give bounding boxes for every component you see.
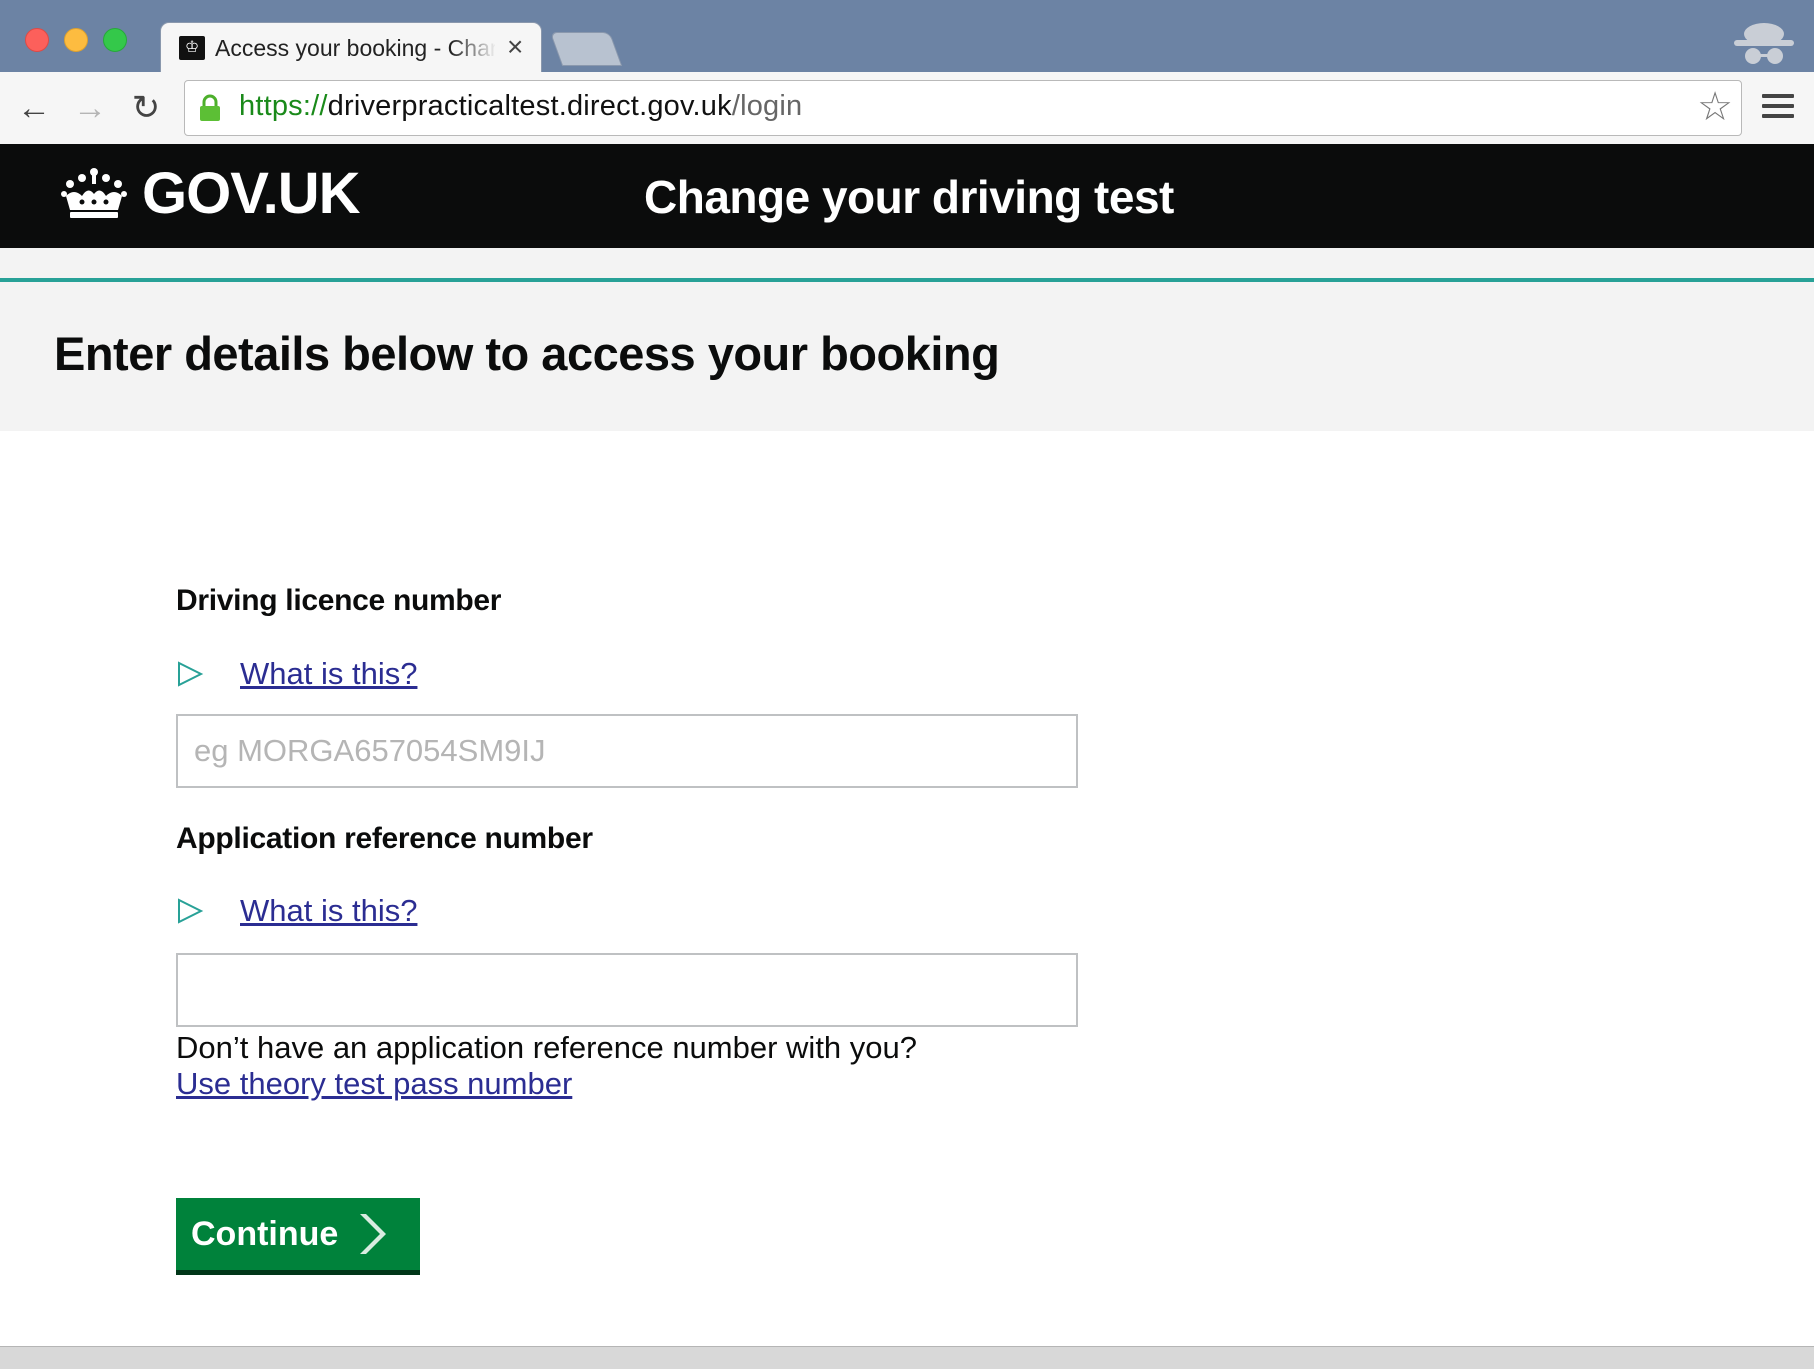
disclosure-triangle-icon[interactable] xyxy=(176,660,204,688)
window-bottom-edge xyxy=(0,1346,1814,1369)
govuk-favicon-icon: ♔ xyxy=(179,36,205,60)
service-name[interactable]: Change your driving test xyxy=(644,170,1174,224)
url-host: driverpracticaltest.direct.gov.uk xyxy=(327,90,732,122)
new-tab-button[interactable] xyxy=(549,32,623,66)
reference-number-label: Application reference number xyxy=(176,822,593,855)
incognito-icon xyxy=(1734,23,1794,64)
header-spacer xyxy=(0,248,1814,279)
chevron-right-icon xyxy=(360,1214,386,1254)
browser-menu-icon[interactable] xyxy=(1762,94,1794,124)
address-bar[interactable]: https://driverpracticaltest.direct.gov.u… xyxy=(184,80,1742,136)
close-window-button[interactable] xyxy=(25,28,49,52)
bookmark-star-icon[interactable]: ☆ xyxy=(1697,87,1733,127)
crown-icon xyxy=(61,168,127,218)
zoom-window-button[interactable] xyxy=(103,28,127,52)
reload-icon[interactable]: ↻ xyxy=(126,89,166,127)
use-theory-test-pass-link[interactable]: Use theory test pass number xyxy=(176,1066,572,1102)
reference-what-is-this-link[interactable]: What is this? xyxy=(240,893,417,929)
minimize-window-button[interactable] xyxy=(64,28,88,52)
no-reference-hint: Don’t have an application reference numb… xyxy=(176,1030,918,1065)
continue-label: Continue xyxy=(191,1214,339,1253)
browser-tab-active[interactable]: ♔ Access your booking - Change your driv… xyxy=(160,22,542,73)
licence-number-label: Driving licence number xyxy=(176,584,502,617)
back-arrow-icon[interactable]: ← xyxy=(14,89,54,127)
reference-number-input[interactable] xyxy=(176,953,1078,1027)
tab-title-fade xyxy=(451,31,497,65)
url-path: /login xyxy=(731,90,803,122)
disclosure-triangle-icon[interactable] xyxy=(176,897,204,925)
licence-number-input[interactable] xyxy=(176,714,1078,788)
forward-arrow-icon[interactable]: → xyxy=(70,89,110,127)
url-scheme: https:// xyxy=(239,90,328,122)
govuk-logo-text[interactable]: GOV.UK xyxy=(142,160,360,227)
title-banner: Enter details below to access your booki… xyxy=(0,282,1814,431)
tab-close-icon[interactable]: × xyxy=(507,32,523,62)
browser-titlebar: ♔ Access your booking - Change your driv… xyxy=(0,0,1814,73)
govuk-header: GOV.UK Change your driving test xyxy=(0,144,1814,248)
page-title: Enter details below to access your booki… xyxy=(54,327,1000,380)
licence-what-is-this-link[interactable]: What is this? xyxy=(240,656,417,692)
continue-button[interactable]: Continue xyxy=(176,1198,420,1270)
browser-toolbar: ← → ↻ https://driverpracticaltest.direct… xyxy=(0,72,1814,145)
secure-lock-icon xyxy=(200,94,220,121)
url-text[interactable]: https://driverpracticaltest.direct.gov.u… xyxy=(239,90,802,123)
